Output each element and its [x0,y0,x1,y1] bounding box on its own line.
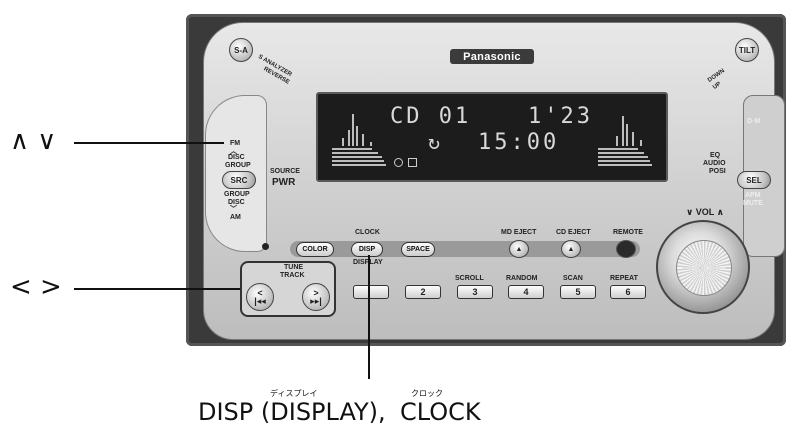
track-label: TRACK [280,272,305,279]
repeat-label: REPEAT [610,275,638,282]
group-down-label: GROUP [224,191,250,198]
disc-up-label: DISC [228,154,245,161]
disp-leader-line [368,255,370,379]
leftright-leader-line [74,288,240,290]
random-label: RANDOM [506,275,538,282]
preset-1-button[interactable] [353,285,389,299]
cd-eject-button[interactable]: ▲ [561,240,581,258]
posi-label: POSI [709,168,726,175]
spectrum-left-icon [332,114,386,166]
src-button[interactable]: SRC [222,171,256,189]
preset-6-button[interactable]: 6 [610,285,646,299]
source-label: SOURCE [270,168,300,175]
disp-button[interactable]: DISP [351,242,383,257]
preset-3-button[interactable]: 3 [457,285,493,299]
sa-button[interactable]: S-A [229,38,253,62]
sel-button[interactable]: SEL [737,171,771,189]
clock-caption: CLOCK [400,398,481,426]
mode-indicator-icon [408,158,417,167]
group-up-label: GROUP [225,162,251,169]
tilt-button[interactable]: TILT [735,38,759,62]
remote-label: REMOTE [613,229,643,236]
md-eject-button[interactable]: ▲ [509,240,529,258]
lcd-display: CD 01 1'23 ↻ 15:00 [316,92,668,182]
clock-label: CLOCK [355,229,380,236]
scroll-label: SCROLL [455,275,484,282]
volume-knob-center [676,240,732,296]
display-repeat-icon: ↻ [428,130,444,154]
updown-annotation: ∧ ∨ [10,126,57,156]
spectrum-right-icon [598,116,652,166]
remote-sensor-dot [262,243,269,250]
mute-label: MUTE [743,200,763,207]
updown-leader-line [74,142,224,144]
pwr-label: PWR [272,177,296,188]
scan-label: SCAN [563,275,583,282]
control-rail [290,241,640,257]
skip-back-icon: |◂◂ [254,296,266,306]
preset-5-button[interactable]: 5 [560,285,596,299]
brand-logo: Panasonic [450,49,534,64]
md-eject-label: MD EJECT [501,229,537,236]
vol-label: ∨ VOL ∧ [686,207,724,217]
down-arrow-icon: ﹀ [230,206,237,213]
display-elapsed-time: 1'23 [528,104,593,129]
am-label: AM [230,214,241,221]
display-source-track: CD 01 [390,104,472,129]
track-forward-button[interactable]: > ▸▸| [302,283,330,311]
volume-knob[interactable] [656,220,750,314]
preset-4-button[interactable]: 4 [508,285,544,299]
disc-indicator-icon [394,158,403,167]
eq-label: EQ [710,152,721,159]
leftright-annotation: < > [10,272,62,302]
disp-caption: DISP (DISPLAY), [198,398,386,426]
remote-receiver-icon [616,240,636,258]
color-button[interactable]: COLOR [296,242,334,257]
track-back-button[interactable]: < |◂◂ [246,283,274,311]
apm-label: APM [745,192,761,199]
tune-label: TUNE [284,264,304,271]
cd-eject-label: CD EJECT [556,229,591,236]
skip-forward-icon: ▸▸| [310,296,322,306]
space-button[interactable]: SPACE [401,242,435,257]
display-clock: 15:00 [478,130,560,155]
fm-label: FM [230,140,241,147]
dm-label: D·M [747,118,761,125]
audio-label: AUDIO [703,160,726,167]
preset-2-button[interactable]: 2 [405,285,441,299]
